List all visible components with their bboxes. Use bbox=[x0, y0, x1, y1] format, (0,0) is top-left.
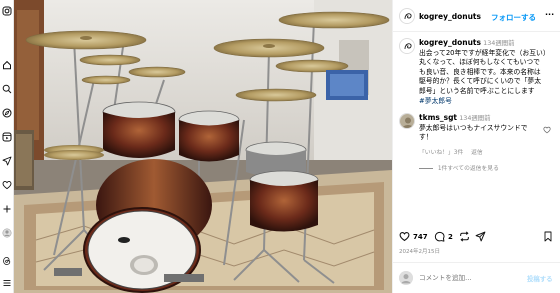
post-action-bar: 747 2 bbox=[393, 226, 560, 248]
comment-composer: 投稿する bbox=[393, 262, 560, 293]
replies-divider bbox=[419, 167, 433, 169]
messages-icon[interactable] bbox=[2, 156, 12, 166]
comment-like-heart-icon[interactable] bbox=[543, 126, 551, 136]
likes-count[interactable]: 747 bbox=[413, 233, 428, 241]
notifications-heart-icon[interactable] bbox=[2, 180, 12, 190]
explore-icon[interactable] bbox=[2, 108, 12, 118]
drum-kit-illustration bbox=[14, 0, 392, 293]
post-comment-button[interactable]: 投稿する bbox=[527, 274, 553, 283]
post-header: kogrey_donuts フォローする ··· bbox=[393, 0, 560, 32]
threads-icon[interactable] bbox=[2, 256, 12, 266]
post-photo-drum-kit bbox=[14, 0, 392, 293]
view-replies-link[interactable]: 1件すべての返信を見る bbox=[438, 166, 499, 172]
home-icon[interactable] bbox=[2, 60, 12, 70]
caption-line: 丸くなって、ほぼ何もしなくてもいつで bbox=[419, 58, 540, 67]
comment-timestamp: 134週間前 bbox=[459, 114, 491, 122]
follow-button[interactable]: フォローする bbox=[491, 12, 536, 23]
caption-line: 郎号」という名前で呼ぶことにします bbox=[419, 86, 535, 95]
caption-line: も良い音、良き相棒です。本来の名称は bbox=[419, 67, 541, 76]
instagram-logo-icon[interactable] bbox=[2, 6, 12, 16]
comment-text-line: す！ bbox=[419, 133, 433, 142]
current-user-avatar bbox=[399, 271, 413, 285]
repost-icon[interactable] bbox=[459, 231, 470, 244]
share-send-icon[interactable] bbox=[475, 231, 486, 244]
reels-icon[interactable] bbox=[2, 132, 12, 142]
post-detail-panel: kogrey_donuts フォローする ··· kogrey_donuts 1… bbox=[392, 0, 560, 293]
comment-reply-button[interactable]: 返信 bbox=[471, 150, 483, 156]
commenter-avatar[interactable] bbox=[399, 113, 415, 129]
comment-text-line: 夢太郎号はいつもナイスサウンドで bbox=[419, 123, 528, 132]
commenter-username[interactable]: tkms_sgt bbox=[419, 113, 457, 122]
author-username[interactable]: kogrey_donuts bbox=[419, 12, 481, 21]
caption-username[interactable]: kogrey_donuts bbox=[419, 38, 481, 47]
save-bookmark-icon[interactable] bbox=[543, 231, 553, 244]
comment-bubble-icon[interactable] bbox=[434, 231, 445, 244]
comments-count[interactable]: 2 bbox=[448, 233, 453, 241]
create-plus-icon[interactable] bbox=[2, 204, 12, 214]
caption-line: 駆号的か？長くて呼びにくいので「夢太 bbox=[419, 77, 542, 86]
instagram-post-modal: kogrey_donuts フォローする ··· kogrey_donuts 1… bbox=[0, 0, 560, 293]
caption-timestamp: 134週間前 bbox=[483, 39, 515, 47]
more-options-icon[interactable]: ··· bbox=[545, 10, 554, 19]
comment-likes-count[interactable]: 「いいね！」3件 bbox=[419, 150, 463, 156]
like-heart-icon[interactable] bbox=[399, 231, 410, 244]
author-avatar[interactable] bbox=[399, 8, 415, 24]
profile-avatar-icon[interactable] bbox=[2, 228, 12, 238]
caption-line: 出会って20年ですが経年変化で（お互い） bbox=[419, 48, 550, 57]
comment-item: tkms_sgt 134週間前 夢太郎号はいつもナイスサウンドで す！ 「いいね… bbox=[393, 112, 560, 172]
post-date: 2024年2月15日 bbox=[399, 249, 440, 255]
more-menu-icon[interactable] bbox=[2, 278, 12, 288]
caption-hashtag[interactable]: #夢太郎号 bbox=[419, 97, 559, 107]
caption-avatar[interactable] bbox=[399, 38, 415, 54]
search-icon[interactable] bbox=[2, 84, 12, 94]
left-nav-rail bbox=[0, 0, 14, 293]
add-comment-input[interactable] bbox=[419, 272, 523, 284]
